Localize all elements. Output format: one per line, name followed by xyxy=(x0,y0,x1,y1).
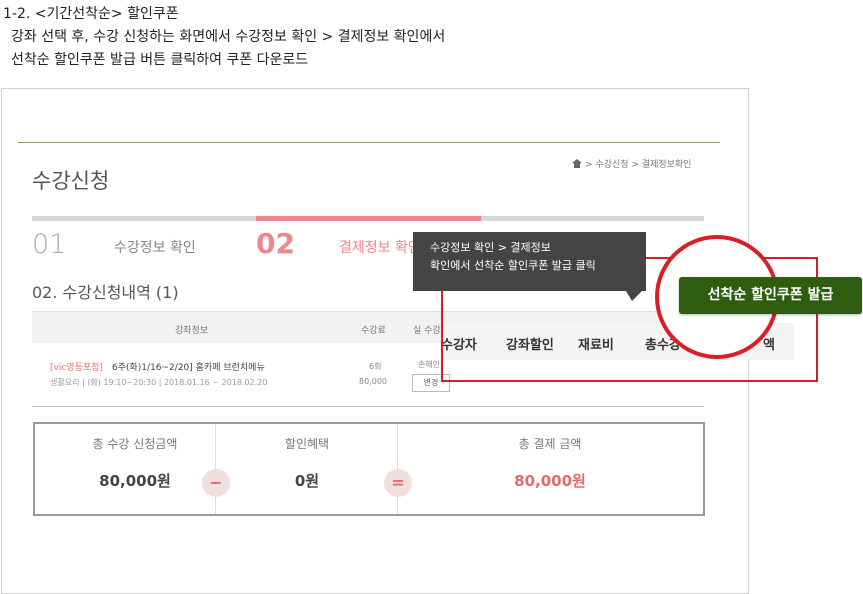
course-meta: 생활요리 | (화) 19:10~20:30 | 2018.01.16 ~ 20… xyxy=(50,378,268,387)
table-bottom-line xyxy=(32,406,704,407)
header-fee: 수강료 xyxy=(361,326,386,336)
payment-summary: 총 수강 신청금액 80,000원 − 할인혜택 0원 = 총 결제 금액 80… xyxy=(33,422,705,516)
equals-icon: = xyxy=(384,469,412,497)
step-1-label: 수강정보 확인 xyxy=(114,240,196,256)
course-branch[interactable]: [vic영등포점] xyxy=(50,360,103,373)
header-actual: 실 수강 xyxy=(413,326,441,336)
breadcrumb-text[interactable]: > 수강신청 > 결제정보확인 xyxy=(585,157,691,170)
course-name[interactable]: 6주(화)1/16~2/20] 홈카페 브런치메뉴 xyxy=(112,360,265,373)
applicant-name: 손해인 xyxy=(418,360,441,369)
minus-icon: − xyxy=(202,469,230,497)
section-title: 02. 수강신청내역 (1) xyxy=(32,283,179,302)
course-sessions: 6회 xyxy=(369,362,382,371)
pay-label: 총 결제 금액 xyxy=(518,437,582,451)
progress-active-segment xyxy=(256,216,481,221)
step-1-number: 01 xyxy=(32,229,67,260)
tooltip-arrow xyxy=(626,291,642,301)
step-2-label: 결제정보 확인 xyxy=(339,240,421,256)
coupon-issue-button[interactable]: 선착순 할인쿠폰 발급 xyxy=(679,277,862,314)
tooltip-line-2: 확인에서 선착순 할인쿠폰 발급 클릭 xyxy=(430,259,596,272)
top-divider xyxy=(18,142,720,143)
page-title: 수강신청 xyxy=(32,169,110,193)
discount-label: 할인혜택 xyxy=(284,437,330,451)
header-course-info: 강좌정보 xyxy=(175,326,209,336)
doc-line-1: 강좌 선택 후, 수강 신청하는 화면에서 수강정보 확인 > 결제정보 확인에… xyxy=(11,29,446,45)
step-2-number: 02 xyxy=(256,227,295,260)
discount-value: 0원 xyxy=(294,472,320,490)
course-fee: 80,000 xyxy=(359,377,387,386)
doc-line-2: 선착순 할인쿠폰 발급 버튼 클릭하여 쿠폰 다운로드 xyxy=(11,52,309,68)
tooltip-line-1: 수강정보 확인 > 결제정보 xyxy=(430,241,551,254)
home-icon[interactable] xyxy=(572,159,582,168)
instruction-tooltip: 수강정보 확인 > 결제정보 확인에서 선착순 할인쿠폰 발급 클릭 xyxy=(413,232,646,291)
total-value: 80,000원 xyxy=(99,472,171,490)
breadcrumb: > 수강신청 > 결제정보확인 xyxy=(572,157,691,170)
pay-value: 80,000원 xyxy=(514,472,586,490)
total-label: 총 수강 신청금액 xyxy=(92,437,178,451)
doc-heading: 1-2. <기간선착순> 할인쿠폰 xyxy=(3,6,179,22)
